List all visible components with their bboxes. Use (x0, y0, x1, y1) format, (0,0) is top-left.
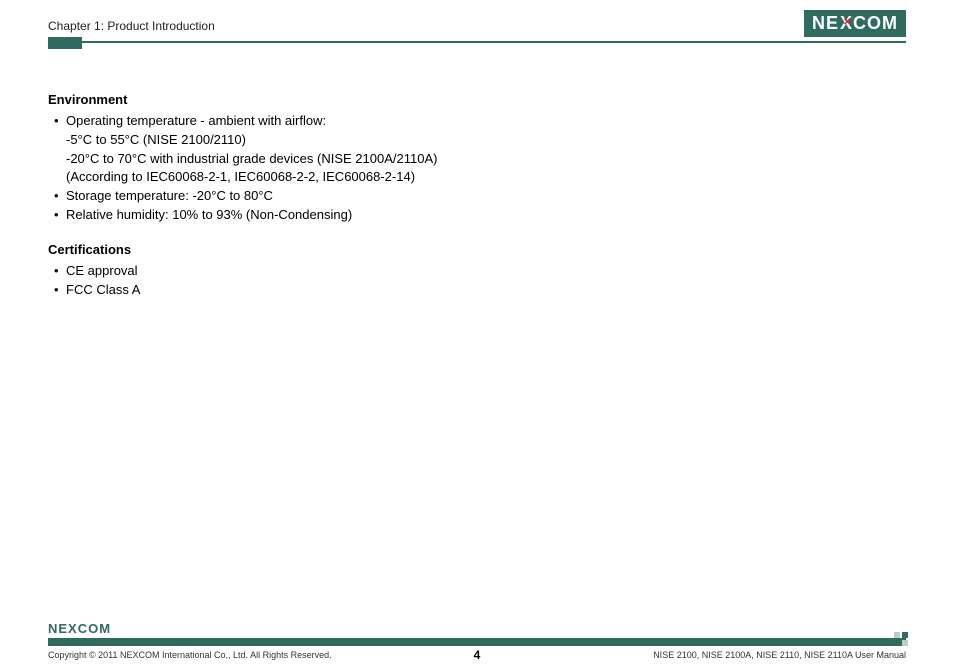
list-text: FCC Class A (66, 282, 140, 297)
list-text: Operating temperature - ambient with air… (66, 113, 326, 128)
section-title-certifications: Certifications (48, 241, 906, 260)
logo-part-com: COM (853, 13, 898, 34)
list-text: Storage temperature: -20°C to 80°C (66, 188, 273, 203)
list-subline: -5°C to 55°C (NISE 2100/2110) (66, 131, 906, 150)
header-rule (0, 41, 954, 43)
footer-meta: Copyright © 2011 NEXCOM International Co… (48, 650, 906, 660)
nexcom-logo: NE X COM (804, 10, 906, 37)
section-environment: Environment Operating temperature - ambi… (48, 91, 906, 225)
page-footer: NEXCOM Copyright © 2011 NEXCOM Internati… (0, 621, 954, 672)
section-title-environment: Environment (48, 91, 906, 110)
copyright-text: Copyright © 2011 NEXCOM International Co… (48, 650, 332, 660)
list-subline: (According to IEC60068-2-1, IEC60068-2-2… (66, 168, 906, 187)
list-item: Relative humidity: 10% to 93% (Non-Conde… (54, 206, 906, 225)
footer-decor-squares (894, 632, 908, 646)
document-title: NISE 2100, NISE 2100A, NISE 2110, NISE 2… (653, 650, 906, 660)
section-certifications: Certifications CE approval FCC Class A (48, 241, 906, 300)
list-text: Relative humidity: 10% to 93% (Non-Conde… (66, 207, 352, 222)
page-header: Chapter 1: Product Introduction NE X COM (0, 0, 954, 37)
page-content: Environment Operating temperature - ambi… (0, 43, 954, 299)
page-number: 4 (474, 648, 481, 662)
list-item: Operating temperature - ambient with air… (54, 112, 906, 187)
list-item: Storage temperature: -20°C to 80°C (54, 187, 906, 206)
rule-accent-block (48, 37, 82, 49)
footer-rule (48, 638, 906, 646)
logo-part-ne: NE (812, 13, 839, 34)
list-text: CE approval (66, 263, 138, 278)
environment-list: Operating temperature - ambient with air… (48, 112, 906, 225)
certifications-list: CE approval FCC Class A (48, 262, 906, 300)
list-item: CE approval (54, 262, 906, 281)
list-item: FCC Class A (54, 281, 906, 300)
nexcom-logo-small: NEXCOM (48, 621, 111, 636)
list-subline: -20°C to 70°C with industrial grade devi… (66, 150, 906, 169)
chapter-title: Chapter 1: Product Introduction (48, 19, 215, 37)
logo-part-x: X (840, 13, 852, 34)
